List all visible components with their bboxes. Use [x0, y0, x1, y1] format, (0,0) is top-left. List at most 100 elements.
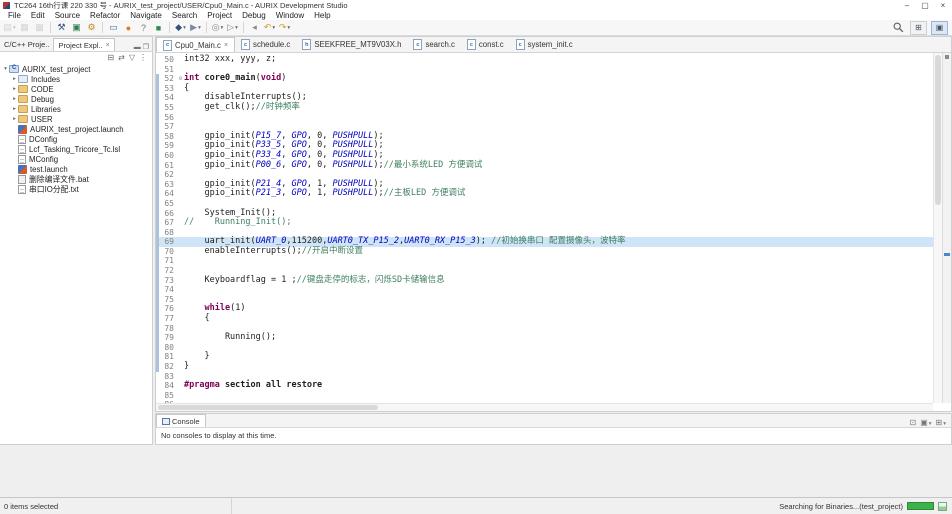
open-console-icon[interactable]: ⊞: [936, 418, 943, 427]
view-menu-icon[interactable]: ⋮: [139, 53, 147, 62]
close-icon[interactable]: ×: [224, 42, 228, 49]
new-wizard-icon[interactable]: ▤▾: [3, 21, 16, 35]
tree-item[interactable]: ▾AURIX_test_project: [0, 64, 152, 74]
save-icon[interactable]: ▦: [18, 21, 31, 35]
tree-collapsed-arrow-icon[interactable]: ▸: [11, 86, 18, 92]
back-icon[interactable]: ↶▾: [263, 21, 276, 35]
tree-collapsed-arrow-icon[interactable]: ▸: [11, 106, 18, 112]
menu-refactor[interactable]: Refactor: [85, 11, 125, 20]
sidebar-maximize-icon[interactable]: ❐: [143, 43, 149, 51]
menu-source[interactable]: Source: [50, 11, 85, 20]
code-line[interactable]: 52⊖int core0_main(void): [156, 74, 933, 84]
code-line[interactable]: 67// Running_Init();: [156, 218, 933, 228]
tree-item[interactable]: ▸USER: [0, 114, 152, 124]
tab-schedule-c[interactable]: cschedule.c: [235, 37, 296, 52]
wrench-icon[interactable]: ⚙: [85, 21, 98, 35]
menu-project[interactable]: Project: [202, 11, 237, 20]
search-icon[interactable]: [892, 21, 905, 35]
scrollbar-thumb[interactable]: [935, 55, 941, 205]
tree-collapsed-arrow-icon[interactable]: ▸: [11, 96, 18, 102]
menu-debug[interactable]: Debug: [237, 11, 271, 20]
ruler-selection-marker[interactable]: [944, 253, 950, 256]
code-line[interactable]: 79 Running();: [156, 333, 933, 343]
fold-marker-icon[interactable]: ⊖: [177, 74, 184, 84]
tab-system-init-c[interactable]: csystem_init.c: [510, 37, 579, 52]
code-line[interactable]: 75: [156, 295, 933, 305]
save-all-icon[interactable]: ▩: [33, 21, 46, 35]
tree-item[interactable]: DConfig: [0, 134, 152, 144]
cpp-perspective-icon[interactable]: ▣: [931, 21, 948, 35]
menu-edit[interactable]: Edit: [26, 11, 50, 20]
code-line[interactable]: 80: [156, 343, 933, 353]
tree-item[interactable]: 串口IO分配.txt: [0, 184, 152, 194]
maximize-icon[interactable]: ▢: [916, 0, 934, 11]
code-area[interactable]: 50int32 xxx, yyy, z;5152⊖int core0_main(…: [156, 53, 933, 403]
link-editor-icon[interactable]: ⇄: [118, 53, 125, 62]
sidebar-tab-c-c-proje-[interactable]: C/C++ Proje..: [0, 38, 53, 51]
menu-window[interactable]: Window: [271, 11, 309, 20]
tree-item[interactable]: ▸Debug: [0, 94, 152, 104]
ruler-marker[interactable]: [945, 55, 949, 59]
welcome-icon[interactable]: ■: [152, 21, 165, 35]
open-perspective-icon[interactable]: ⊞: [910, 21, 927, 35]
code-line[interactable]: 56: [156, 113, 933, 123]
tree-item[interactable]: 删除编译文件.bat: [0, 174, 152, 184]
code-line[interactable]: 81 }: [156, 352, 933, 362]
tree-item[interactable]: Lcf_Tasking_Tricore_Tc.lsl: [0, 144, 152, 154]
menu-navigate[interactable]: Navigate: [125, 11, 167, 20]
tree-item[interactable]: ▸Libraries: [0, 104, 152, 114]
pin-console-icon[interactable]: ⊡: [910, 418, 917, 427]
code-line[interactable]: 76 while(1): [156, 304, 933, 314]
code-line[interactable]: 61 gpio_init(P00_6, GPO, 0, PUSHPULL);//…: [156, 161, 933, 171]
editor-vertical-scrollbar[interactable]: [933, 53, 942, 403]
code-line[interactable]: 74: [156, 285, 933, 295]
display-console-icon[interactable]: ▣: [920, 418, 928, 427]
tree-collapsed-arrow-icon[interactable]: ▸: [11, 116, 18, 122]
editor-horizontal-scrollbar[interactable]: [156, 403, 933, 411]
help-icon[interactable]: ?: [137, 21, 150, 35]
tab-console[interactable]: Console: [156, 414, 206, 427]
code-line[interactable]: 77 {: [156, 314, 933, 324]
external-tools-icon[interactable]: ▷▾: [226, 21, 239, 35]
filter-icon[interactable]: ▽: [129, 53, 135, 62]
run-icon[interactable]: ▶▾: [189, 21, 202, 35]
tab-const-c[interactable]: cconst.c: [461, 37, 510, 52]
code-line[interactable]: 64 gpio_init(P21_3, GPO, 1, PUSHPULL);//…: [156, 189, 933, 199]
sidebar-tab-project-expl-[interactable]: Project Expl..×: [53, 38, 114, 51]
tab-cpu0-main-c[interactable]: cCpu0_Main.c×: [156, 37, 235, 52]
code-line[interactable]: 70 enableInterrupts();//开启中断设置: [156, 247, 933, 257]
code-line[interactable]: 85: [156, 391, 933, 401]
menu-search[interactable]: Search: [167, 11, 202, 20]
close-icon[interactable]: ×: [106, 42, 110, 49]
overview-ruler[interactable]: [942, 53, 951, 403]
code-line[interactable]: 84#pragma section all restore: [156, 381, 933, 391]
code-line[interactable]: 82}: [156, 362, 933, 372]
ads-tool-icon[interactable]: ●: [122, 21, 135, 35]
run-config-icon[interactable]: ◎▾: [211, 21, 224, 35]
sidebar-minimize-icon[interactable]: ▬: [134, 44, 141, 51]
tree-item[interactable]: test.launch: [0, 164, 152, 174]
forward-icon[interactable]: ↷▾: [278, 21, 291, 35]
minimize-icon[interactable]: –: [898, 0, 916, 11]
tab-search-c[interactable]: csearch.c: [407, 37, 460, 52]
menu-file[interactable]: File: [3, 11, 26, 20]
tab-seekfree-mt9v03x-h[interactable]: hSEEKFREE_MT9V03X.h: [296, 37, 407, 52]
code-line[interactable]: 73 Keyboardflag = 1 ;//键盘走停的标志，闪烁SD卡储输信息: [156, 276, 933, 286]
code-line[interactable]: 55 get_clk();//时钟频率: [156, 103, 933, 113]
tree-item[interactable]: ▸CODE: [0, 84, 152, 94]
open-console-icon-wrap[interactable]: ⊞▾: [936, 418, 946, 427]
terminal-icon[interactable]: ▭: [107, 21, 120, 35]
tree-collapsed-arrow-icon[interactable]: ▸: [11, 76, 18, 82]
flash-device-icon[interactable]: ▣: [70, 21, 83, 35]
code-line[interactable]: 50int32 xxx, yyy, z;: [156, 55, 933, 65]
tree-item[interactable]: MConfig: [0, 154, 152, 164]
menu-help[interactable]: Help: [309, 11, 335, 20]
close-icon[interactable]: ×: [934, 0, 952, 11]
last-edit-location-icon[interactable]: ◂: [248, 21, 261, 35]
tree-item[interactable]: ▸Includes: [0, 74, 152, 84]
tree-item[interactable]: AURIX_test_project.launch: [0, 124, 152, 134]
progress-view-icon[interactable]: [938, 502, 947, 511]
scrollbar-thumb[interactable]: [158, 405, 378, 410]
build-icon[interactable]: ⚒: [55, 21, 68, 35]
display-console-icon-wrap[interactable]: ▣▾: [920, 418, 931, 427]
